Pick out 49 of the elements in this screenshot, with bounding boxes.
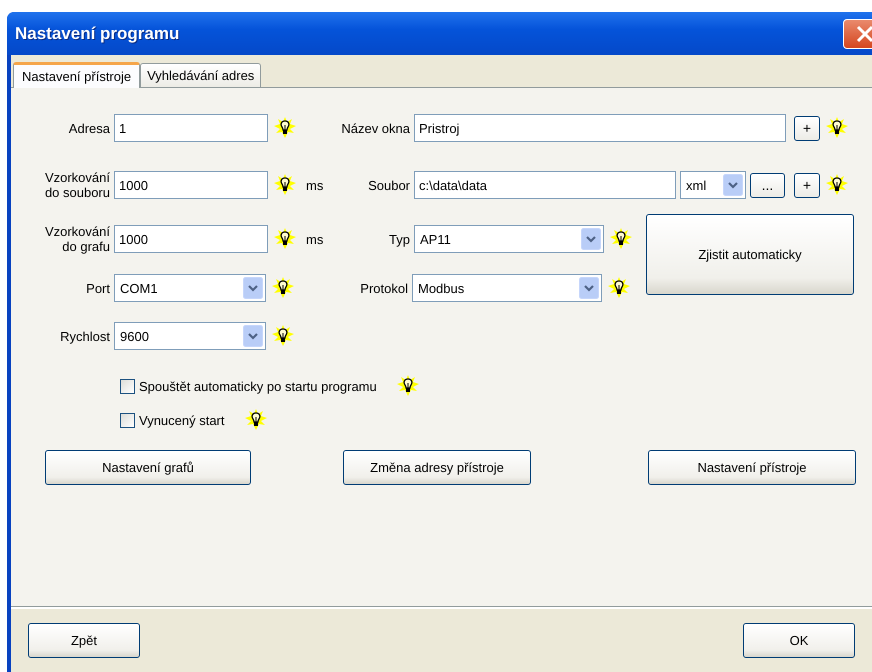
field-label: Soubor [368, 178, 410, 192]
format-dropdown[interactable]: xml [680, 171, 746, 199]
field-label: Název okna [341, 120, 410, 136]
field-label: Typ [389, 232, 410, 246]
field-label: Adresa [68, 120, 110, 136]
device-settings-button[interactable]: Nastavení přístroje [648, 450, 856, 485]
lightbulb-icon [274, 228, 296, 250]
field-label: Port [86, 280, 110, 296]
window-name-field[interactable]: Pristroj [414, 114, 786, 142]
field-label: Rychlost [60, 328, 110, 344]
window-title: Nastavení programu [15, 24, 180, 44]
field-label: Vzorkování do grafu [44, 224, 110, 254]
lightbulb-icon [244, 409, 267, 431]
speed-dropdown[interactable]: 9600 [114, 322, 266, 350]
unit-label: ms [305, 232, 324, 246]
lightbulb-icon [274, 117, 296, 139]
browse-button[interactable]: ... [750, 172, 785, 198]
ok-button[interactable]: OK [743, 623, 855, 658]
checkbox[interactable] [120, 412, 135, 428]
add-button[interactable]: + [794, 116, 820, 140]
lightbulb-icon [274, 174, 296, 196]
graph-settings-button[interactable]: Nastavení grafů [45, 450, 251, 485]
detect-button[interactable]: Zjistit automaticky [646, 214, 854, 295]
file-path-field[interactable]: c:\data\data [414, 171, 676, 199]
checkbox[interactable] [120, 378, 135, 394]
back-button[interactable]: Zpět [28, 623, 140, 658]
lightbulb-icon [608, 277, 630, 299]
port-dropdown[interactable]: COM1 [114, 274, 266, 302]
lightbulb-icon [610, 228, 632, 250]
protocol-dropdown[interactable]: Modbus [412, 274, 602, 302]
unit-label: ms [305, 178, 324, 192]
field-label: Vzorkování do souboru [44, 170, 110, 200]
lightbulb-icon [826, 117, 848, 139]
file-sampling-field[interactable]: 1000 [114, 171, 268, 199]
graph-sampling-field[interactable]: 1000 [114, 225, 268, 253]
type-dropdown[interactable]: AP11 [414, 225, 604, 253]
tab[interactable]: Vyhledávání adres [140, 63, 262, 87]
add-button[interactable]: + [794, 172, 820, 198]
lightbulb-icon [396, 375, 419, 397]
lightbulb-icon [826, 174, 848, 196]
lightbulb-icon [272, 277, 294, 299]
tab[interactable]: Nastavení přístroje [13, 62, 140, 88]
change-address-button[interactable]: Změna adresy přístroje [343, 450, 531, 485]
checkbox-label: Spouštět automaticky po startu programu [139, 378, 377, 394]
address-field[interactable]: 1 [114, 114, 268, 142]
lightbulb-icon [272, 325, 294, 347]
checkbox-label: Vynucený start [139, 412, 225, 428]
close-icon [854, 24, 872, 44]
field-label: Protokol [360, 280, 408, 296]
